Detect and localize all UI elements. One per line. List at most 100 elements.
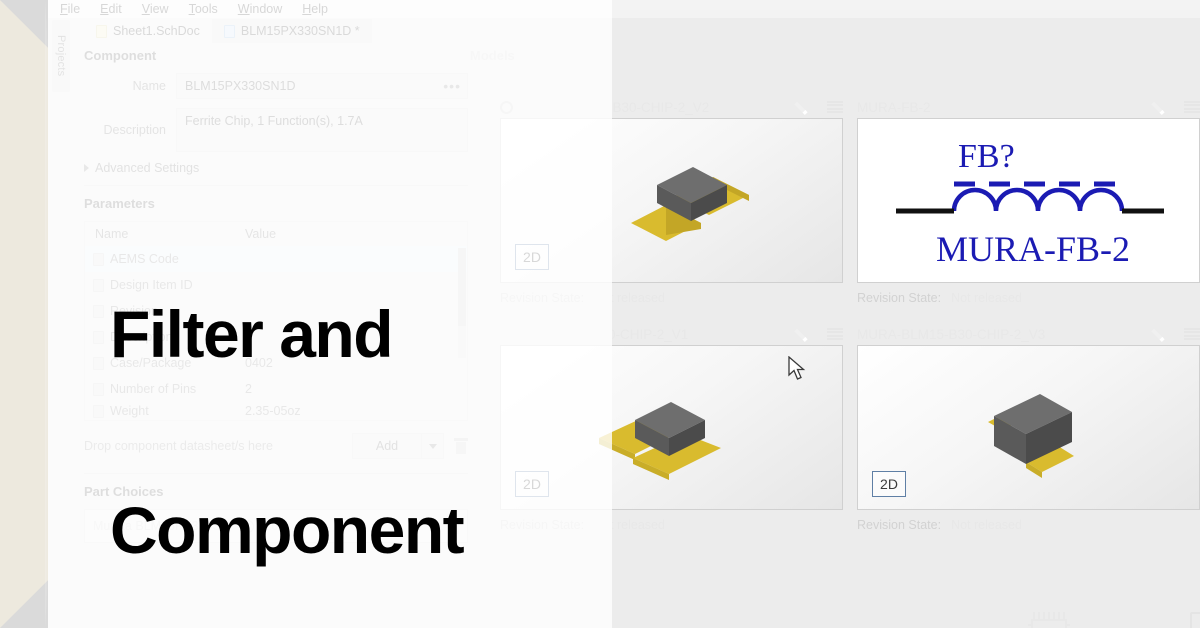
- model-card-header: MURA-BLM15-B30-CHIP-2_V1: [500, 323, 843, 345]
- pencil-icon[interactable]: [1155, 100, 1170, 115]
- model-revision-row: Revision State: Not released: [500, 287, 843, 309]
- parameter-icon: [93, 356, 104, 370]
- ferrite-bead-symbol: FB? MURA-FB-2: [896, 138, 1164, 269]
- menu-icon[interactable]: [1184, 100, 1200, 114]
- model-name: MURA-BLM15-B30-CHIP-2_V3: [857, 326, 1046, 342]
- component-name-label: Name: [132, 79, 166, 93]
- badge-2d-toggle[interactable]: 2D: [515, 244, 549, 270]
- symbol-designator: FB?: [958, 138, 1015, 175]
- sidebar-tab-projects-label: Projects: [55, 35, 67, 77]
- revision-state-label: Revision State:: [857, 291, 942, 305]
- menu-item-tools[interactable]: Tools: [189, 3, 218, 16]
- advanced-settings-label: Advanced Settings: [95, 161, 200, 175]
- pencil-icon[interactable]: [798, 100, 813, 115]
- model-preview-symbol[interactable]: FB? MURA-FB-2: [857, 118, 1200, 283]
- parameter-icon: [93, 278, 104, 292]
- parameter-icon: [93, 304, 104, 318]
- model-name: MURA-BLM15-B30-CHIP-2_V2: [521, 99, 710, 115]
- schematic-doc-icon: [96, 24, 107, 38]
- menu-item-window[interactable]: Window: [238, 3, 282, 16]
- model-revision-row: Revision State: Not released: [857, 287, 1200, 309]
- symbol-label: MURA-FB-2: [936, 229, 1130, 269]
- model-card-header: MURA-BLM15-B30-CHIP-2_V3: [857, 323, 1200, 345]
- revision-state-value: Not released: [951, 518, 1022, 532]
- revision-state-value: Not released: [951, 291, 1022, 305]
- revision-state-value: Not released: [594, 518, 665, 532]
- component-section-title: Component: [84, 48, 157, 63]
- document-tab-sheet1[interactable]: Sheet1.SchDoc: [84, 19, 212, 43]
- menu-bar: File Edit View Tools Window Help: [48, 0, 1200, 18]
- model-name: MURA-BLM15-B30-CHIP-2_V1: [500, 326, 689, 342]
- badge-2d-toggle[interactable]: 2D: [872, 471, 906, 497]
- page-title: Filter and Component Selection: [110, 176, 465, 628]
- mouse-cursor: [788, 356, 806, 380]
- menu-item-file[interactable]: File: [60, 3, 80, 16]
- component-name-more-button[interactable]: •••: [443, 78, 461, 94]
- ic-chip-icon[interactable]: [1028, 610, 1070, 628]
- model-card-v2[interactable]: MURA-BLM15-B30-CHIP-2_V2 2D Revision Sta…: [500, 96, 843, 309]
- menu-label-tools: ools: [194, 1, 218, 16]
- parameter-icon: [93, 404, 104, 418]
- component-name-value: BLM15PX330SN1D: [185, 79, 296, 93]
- model-card-tools: [798, 327, 843, 342]
- parameter-icon: [93, 382, 104, 396]
- menu-label-help: elp: [311, 1, 328, 16]
- revision-state-label: Revision State:: [857, 518, 942, 532]
- component-description-row: Description Ferrite Chip, 1 Function(s),…: [84, 107, 468, 153]
- document-tab-component-label: BLM15PX330SN1D *: [240, 24, 360, 38]
- screenshot-root: File Edit View Tools Window Help Project…: [0, 0, 1200, 628]
- component-description-value: Ferrite Chip, 1 Function(s), 1.7A: [185, 114, 363, 128]
- page-title-line-1: Filter and: [110, 296, 394, 371]
- footprint-icon[interactable]: [1190, 612, 1200, 628]
- sidebar-tab-projects[interactable]: Projects: [52, 20, 70, 92]
- radio-selected-icon[interactable]: [500, 100, 513, 114]
- menu-label-edit: dit: [108, 1, 122, 16]
- models-section-title: Models: [470, 48, 515, 63]
- model-card-tools: [1155, 100, 1200, 115]
- model-preview-3d[interactable]: 2D: [857, 345, 1200, 510]
- menu-item-help[interactable]: Help: [302, 3, 328, 16]
- model-card-header: MURA-BLM15-B30-CHIP-2_V2: [500, 96, 843, 118]
- advanced-settings-toggle[interactable]: Advanced Settings: [84, 161, 468, 175]
- document-tab-component[interactable]: BLM15PX330SN1D *: [211, 19, 372, 43]
- model-card-fb2[interactable]: MURA-FB-2 FB? MURA-FB-2 Revision State: …: [857, 96, 1200, 309]
- component-name-row: Name BLM15PX330SN1D •••: [84, 73, 468, 99]
- pencil-icon[interactable]: [1155, 327, 1170, 342]
- model-card-tools: [798, 100, 843, 115]
- menu-icon[interactable]: [827, 327, 843, 341]
- model-card-v1[interactable]: MURA-BLM15-B30-CHIP-2_V1 2D Revision Sta…: [500, 323, 843, 536]
- menu-label-view: iew: [149, 1, 169, 16]
- models-grid: MURA-BLM15-B30-CHIP-2_V2 2D Revision Sta…: [500, 96, 1200, 536]
- models-pane: Models MURA-BLM15-B30-CHIP-2_V2 2D Revis…: [470, 48, 1200, 628]
- revision-state-value: Not released: [594, 291, 665, 305]
- menu-icon[interactable]: [827, 100, 843, 114]
- model-card-v3[interactable]: MURA-BLM15-B30-CHIP-2_V3 2D Revision Sta…: [857, 323, 1200, 536]
- component-description-input[interactable]: Ferrite Chip, 1 Function(s), 1.7A: [176, 108, 468, 152]
- chip-3d-render: [988, 394, 1074, 478]
- pencil-icon[interactable]: [798, 327, 813, 342]
- model-name: MURA-FB-2: [857, 99, 931, 115]
- parameter-icon: [93, 252, 104, 266]
- accent-spine-graphic: [0, 0, 48, 628]
- menu-item-edit[interactable]: Edit: [100, 3, 122, 16]
- revision-state-label: Revision State:: [500, 518, 585, 532]
- model-card-tools: [1155, 327, 1200, 342]
- menu-icon[interactable]: [1184, 327, 1200, 341]
- menu-item-view[interactable]: View: [142, 3, 169, 16]
- menu-label-window: indow: [249, 1, 283, 16]
- revision-state-label: Revision State:: [500, 291, 585, 305]
- component-name-input[interactable]: BLM15PX330SN1D •••: [176, 73, 468, 99]
- model-revision-row: Revision State: Not released: [500, 514, 843, 536]
- document-tab-strip: Sheet1.SchDoc BLM15PX330SN1D *: [84, 19, 372, 43]
- model-preview-3d[interactable]: 2D: [500, 118, 843, 283]
- menu-label-file: ile: [67, 1, 81, 16]
- model-revision-row: Revision State: Not released: [857, 514, 1200, 536]
- chip-3d-render: [631, 167, 749, 241]
- component-description-label: Description: [103, 123, 166, 137]
- document-tab-sheet1-label: Sheet1.SchDoc: [113, 24, 200, 38]
- parameter-icon: [93, 330, 104, 344]
- chevron-right-icon: [84, 164, 89, 172]
- component-doc-icon: [223, 24, 235, 38]
- model-card-header: MURA-FB-2: [857, 96, 1200, 118]
- badge-2d-toggle[interactable]: 2D: [515, 471, 549, 497]
